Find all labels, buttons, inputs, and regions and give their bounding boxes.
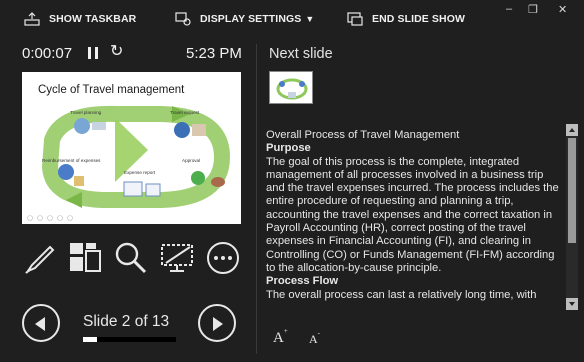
notes-title-line: Overall Process of Travel Management — [266, 129, 460, 141]
display-settings-button[interactable]: DISPLAY SETTINGS ▼ — [175, 10, 314, 28]
top-toolbar: SHOW TASKBAR DISPLAY SETTINGS ▼ END SLID… — [0, 0, 584, 38]
slide-progress-fill — [83, 337, 98, 342]
pane-divider — [256, 44, 257, 354]
notes-scrollbar[interactable] — [566, 124, 578, 310]
next-slide-button[interactable] — [198, 304, 236, 342]
increase-font-label: A — [273, 330, 284, 346]
slide-title: Cycle of Travel management — [38, 84, 185, 96]
elapsed-timer: 0:00:07 — [22, 45, 73, 62]
current-time: 5:23 PM — [186, 45, 242, 62]
label-travel-request: Travel request — [170, 110, 200, 115]
pen-icon[interactable] — [22, 241, 56, 275]
close-icon[interactable]: ✕ — [558, 3, 567, 16]
slide-progress-bar — [83, 337, 176, 342]
end-show-icon — [347, 12, 363, 26]
label-reimbursement: Reimbursement of expenses — [42, 158, 101, 163]
minimize-icon[interactable]: – — [506, 3, 512, 15]
increase-font-sup: + — [283, 327, 288, 335]
notes-paragraph-purpose: The goal of this process is the complete… — [266, 155, 559, 274]
display-settings-label: DISPLAY SETTINGS — [200, 13, 302, 25]
scroll-thumb[interactable] — [568, 138, 576, 243]
slide-counter[interactable]: Slide 2 of 13 — [83, 313, 169, 331]
increase-font-size-button[interactable]: A+ — [273, 327, 288, 347]
restart-timer-icon[interactable]: ↻ — [110, 44, 126, 60]
presenter-tools — [22, 241, 244, 277]
label-expense-report: Expense report — [124, 170, 156, 175]
decrease-font-sup: - — [317, 329, 321, 337]
zoom-icon[interactable] — [114, 241, 148, 275]
scroll-up-icon[interactable] — [566, 124, 578, 136]
show-taskbar-label: SHOW TASKBAR — [49, 13, 137, 25]
decrease-font-size-button[interactable]: A- — [309, 329, 321, 347]
show-taskbar-button[interactable]: SHOW TASKBAR — [24, 10, 136, 28]
speaker-notes[interactable]: Overall Process of Travel Management Pur… — [266, 129, 562, 315]
current-slide-preview: Cycle of Travel management Travel planni… — [22, 72, 241, 224]
notes-heading-purpose: Purpose — [266, 142, 311, 155]
display-settings-icon — [175, 12, 191, 26]
notes-heading-process-flow: Process Flow — [266, 275, 339, 288]
decrease-font-label: A — [309, 332, 318, 346]
taskbar-icon — [24, 12, 40, 26]
end-slide-show-label: END SLIDE SHOW — [372, 13, 465, 25]
restore-icon[interactable]: ❐ — [528, 3, 538, 16]
label-approval: Approval — [182, 158, 201, 163]
dropdown-caret-icon: ▼ — [305, 14, 315, 24]
scroll-down-icon[interactable] — [566, 298, 578, 310]
see-all-slides-icon[interactable] — [68, 241, 102, 275]
notes-paragraph-process-flow: The overall process can last a relativel… — [266, 288, 537, 301]
next-slide-image — [270, 72, 312, 103]
end-slide-show-button[interactable]: END SLIDE SHOW — [347, 10, 465, 28]
next-slide-label: Next slide — [269, 46, 333, 62]
label-travel-planning: Travel planning — [70, 110, 102, 115]
previous-slide-button[interactable] — [22, 304, 60, 342]
pause-icon[interactable] — [86, 45, 100, 61]
more-options-icon[interactable] — [206, 241, 240, 275]
next-slide-thumbnail[interactable] — [269, 71, 313, 104]
black-screen-icon[interactable] — [160, 241, 194, 275]
